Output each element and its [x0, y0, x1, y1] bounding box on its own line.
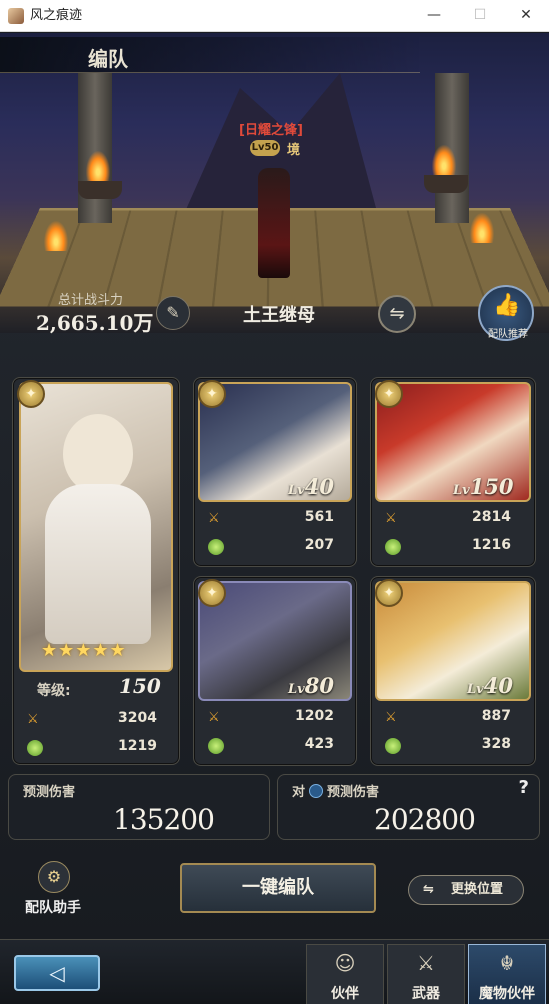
swap-position-label: 更换位置: [451, 882, 504, 897]
team-assistant-button[interactable]: ⚙ 配队助手: [18, 861, 88, 925]
element-diamond-icon: [309, 784, 324, 798]
attack-icon: ⚔: [208, 511, 220, 526]
feather-icon: ✎: [166, 303, 180, 322]
switch-team-button[interactable]: ⇋: [378, 295, 416, 333]
member-attack: 1202: [295, 708, 334, 724]
element-damage-value: 202800: [374, 803, 476, 836]
member-attack: 887: [481, 708, 511, 724]
member-attack: 561: [304, 509, 334, 525]
member-card[interactable]: ✦ Lv40 ⚔ 887 328: [370, 576, 536, 766]
member-hp: 423: [304, 736, 334, 752]
leader-portrait: [19, 382, 173, 672]
predicted-damage-value: 135200: [113, 803, 215, 836]
total-power-label: 总计战斗力: [58, 293, 124, 308]
left-pillar: [78, 73, 112, 223]
swap-icon: ⇋: [423, 882, 434, 897]
tab-weapon[interactable]: ⚔ 武器: [387, 944, 465, 1004]
element-damage-panel: 对预测伤害 ? 202800: [277, 774, 540, 840]
window-titlebar: 风之痕迹 — ☐ ✕: [0, 0, 549, 32]
member-level: Lv40: [467, 673, 513, 698]
leader-attack: 3204: [118, 710, 157, 726]
hp-icon: [208, 738, 224, 754]
back-arrow-icon: ◁: [49, 961, 65, 985]
hp-icon: [385, 738, 401, 754]
character-face: [63, 414, 133, 494]
member-hp: 328: [481, 736, 511, 752]
gear-icon: ⚙: [38, 861, 70, 893]
boss-state: 境: [287, 143, 301, 158]
member-level: Lv150: [453, 474, 514, 499]
thumbs-up-icon: 👍: [493, 293, 521, 318]
tab-label: 武器: [412, 986, 440, 1002]
tab-label: 魔物伙伴: [479, 986, 535, 1002]
attack-icon: ⚔: [208, 710, 220, 725]
team-assistant-label: 配队助手: [25, 900, 81, 916]
edit-team-name-button[interactable]: ✎: [156, 296, 190, 330]
boss-sprite: [258, 168, 290, 278]
character-dress: [45, 484, 151, 644]
member-attack: 2814: [472, 509, 511, 525]
companion-icon: ☺: [334, 951, 356, 975]
screen-title-bar: 编队: [0, 37, 420, 73]
flame-icon: [432, 145, 456, 175]
hp-icon: [208, 539, 224, 555]
member-hp: 1216: [472, 537, 511, 553]
close-button[interactable]: ✕: [503, 0, 549, 32]
leader-level: 150: [119, 674, 161, 698]
member-hp: 207: [304, 537, 334, 553]
left-brazier: [78, 181, 122, 199]
attack-icon: ⚔: [27, 712, 39, 727]
tab-companion[interactable]: ☺ 伙伴: [306, 944, 384, 1004]
help-icon[interactable]: ?: [519, 777, 529, 798]
attack-icon: ⚔: [385, 710, 397, 725]
sun-icon: ✦: [17, 380, 45, 408]
back-button[interactable]: ◁: [14, 955, 100, 991]
sun-icon: ✦: [198, 380, 226, 408]
monster-icon: ☬: [499, 951, 515, 975]
sun-icon: ✦: [375, 579, 403, 607]
minimize-button[interactable]: —: [411, 0, 457, 32]
maximize-button[interactable]: ☐: [457, 0, 503, 32]
swap-icon: ⇋: [389, 303, 405, 324]
right-brazier: [424, 175, 468, 193]
sun-icon: ✦: [375, 380, 403, 408]
recommend-team-button[interactable]: 👍 配队推荐: [478, 285, 534, 341]
bottom-nav: ◁ ☺ 伙伴 ⚔ 武器 ☬ 魔物伙伴: [0, 939, 549, 1004]
game-viewport: 编队 [日耀之锋] Lv50 境 总计战斗力 2,665.10万 ✎ 土王继母 …: [0, 33, 549, 1004]
screen-title: 编队: [88, 47, 128, 71]
weapon-icon: ⚔: [417, 951, 435, 975]
flame-icon: [470, 213, 494, 243]
tab-monster-companion[interactable]: ☬ 魔物伙伴: [468, 944, 546, 1004]
window-title: 风之痕迹: [30, 8, 83, 23]
predicted-damage-label: 预测伤害: [23, 785, 76, 800]
flame-icon: [44, 221, 68, 251]
hp-icon: [27, 740, 43, 756]
member-card[interactable]: ✦ Lv80 ⚔ 1202 423: [193, 576, 357, 766]
member-level: Lv80: [288, 673, 334, 698]
member-card[interactable]: ✦ Lv150 ⚔ 2814 1216: [370, 377, 536, 567]
leader-hp: 1219: [118, 738, 157, 754]
attack-icon: ⚔: [385, 511, 397, 526]
member-card[interactable]: ✦ Lv40 ⚔ 561 207: [193, 377, 357, 567]
sun-icon: ✦: [198, 579, 226, 607]
tab-label: 伙伴: [331, 986, 359, 1002]
leader-level-label: 等级:: [37, 683, 71, 699]
team-name: 土王继母: [243, 305, 315, 326]
app-icon: [8, 8, 24, 24]
auto-team-button[interactable]: 一键编队: [180, 863, 376, 913]
predicted-damage-panel: 预测伤害 135200: [8, 774, 270, 840]
flame-icon: [86, 151, 110, 181]
boss-level-badge: Lv50: [250, 140, 280, 156]
recommend-label: 配队推荐: [488, 329, 528, 340]
leader-stars: ★★★★★: [41, 640, 127, 661]
member-level: Lv40: [288, 474, 334, 499]
hp-icon: [385, 539, 401, 555]
battle-scene: [0, 33, 549, 333]
boss-name: [日耀之锋]: [239, 123, 303, 138]
total-power-value: 2,665.10万: [36, 311, 154, 335]
element-damage-label: 对预测伤害: [292, 784, 380, 800]
swap-position-button[interactable]: ⇋ 更换位置: [408, 875, 524, 905]
leader-card[interactable]: ✦ ★★★★★ 等级: 150 ⚔ 3204 1219: [12, 377, 180, 765]
